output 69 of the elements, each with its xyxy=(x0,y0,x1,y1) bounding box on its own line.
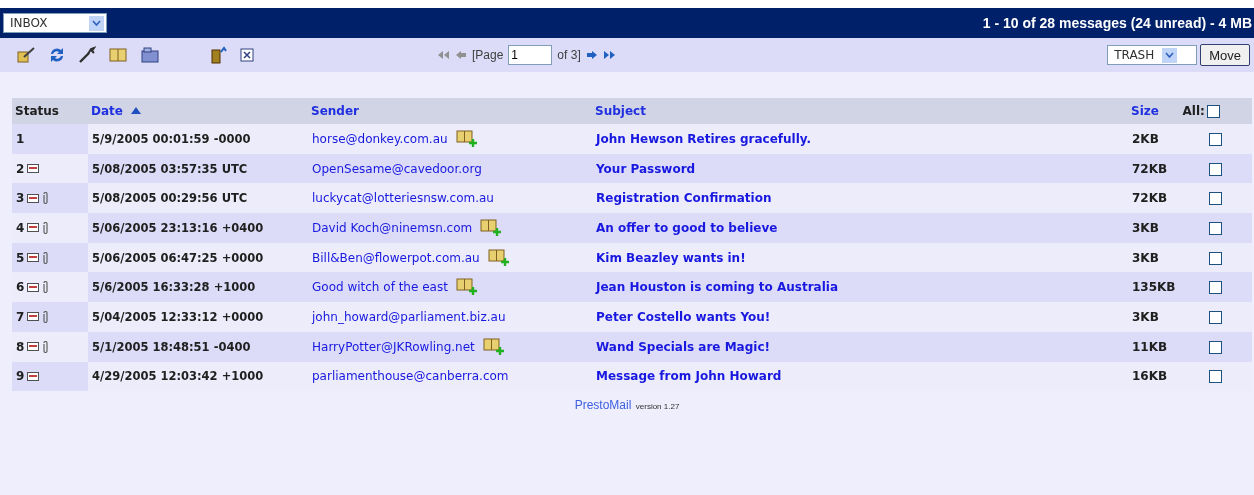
move-button[interactable]: Move xyxy=(1200,44,1250,66)
subject-link[interactable]: Your Password xyxy=(596,161,696,176)
next-page-icon[interactable] xyxy=(585,50,598,60)
subject-link[interactable]: An offer to good to believe xyxy=(596,220,778,235)
folder-select[interactable]: INBOX xyxy=(3,13,107,33)
add-contact-icon[interactable] xyxy=(455,129,478,148)
version-text: version 1.27 xyxy=(635,402,680,412)
subject-link[interactable]: John Hewson Retires gracefully. xyxy=(596,131,812,146)
row-checkbox[interactable] xyxy=(1209,192,1223,206)
sender-link[interactable]: luckycat@lotteriesnsw.com.au xyxy=(312,191,494,206)
page-label: [Page xyxy=(472,48,504,62)
subject-link[interactable]: Wand Specials are Magic! xyxy=(596,339,770,354)
sender-link[interactable]: john_howard@parliament.biz.au xyxy=(312,309,506,324)
folder-icon[interactable] xyxy=(140,46,160,64)
date-cell: 5/06/2005 23:13:16 +0400 xyxy=(88,213,308,243)
size-cell: 3KB xyxy=(1128,213,1180,243)
refresh-icon[interactable] xyxy=(48,46,66,64)
chevron-down-icon xyxy=(92,20,101,26)
target-folder-select[interactable]: TRASH xyxy=(1107,45,1198,65)
subject-link[interactable]: Peter Costello wants You! xyxy=(596,309,771,324)
add-contact-icon[interactable] xyxy=(487,248,510,267)
close-icon[interactable] xyxy=(240,48,254,62)
last-page-icon[interactable] xyxy=(602,50,617,60)
size-cell: 72KB xyxy=(1128,153,1180,184)
column-header[interactable]: Date xyxy=(88,98,308,124)
row-checkbox[interactable] xyxy=(1209,162,1223,176)
message-number: 8 xyxy=(16,339,25,354)
column-header: Status xyxy=(12,98,88,124)
chevron-down-icon xyxy=(1165,52,1175,58)
subject-link[interactable]: Registration Confirmation xyxy=(596,191,772,206)
sender-link[interactable]: horse@donkey.com.au xyxy=(312,131,448,146)
message-number: 7 xyxy=(16,309,25,324)
row-checkbox[interactable] xyxy=(1209,370,1223,384)
add-contact-icon[interactable] xyxy=(480,218,503,237)
row-checkbox[interactable] xyxy=(1209,251,1223,265)
row-checkbox[interactable] xyxy=(1209,281,1223,295)
row-checkbox[interactable] xyxy=(1209,132,1223,146)
message-number: 2 xyxy=(16,161,25,176)
column-header[interactable]: Subject xyxy=(592,98,1128,124)
column-header[interactable]: Size xyxy=(1128,98,1180,124)
add-contact-icon[interactable] xyxy=(482,337,505,356)
sender-link[interactable]: Bill&Ben@flowerpot.com.au xyxy=(312,250,480,265)
message-number: 5 xyxy=(16,250,25,265)
page-field[interactable]: 1 xyxy=(508,45,553,65)
compose-icon[interactable] xyxy=(16,46,36,64)
message-number: 1 xyxy=(16,131,25,146)
page-count: of 3] xyxy=(557,48,581,62)
date-cell: 5/6/2005 16:33:28 +1000 xyxy=(88,272,308,303)
select-all-label: All: xyxy=(1182,104,1205,118)
message-number: 6 xyxy=(16,280,25,295)
message-number: 4 xyxy=(16,220,25,235)
subject-link[interactable]: Kim Beazley wants in! xyxy=(596,250,746,265)
column-header[interactable]: Sender xyxy=(308,98,592,124)
date-cell: 5/1/2005 18:48:51 -0400 xyxy=(88,331,308,362)
size-cell: 135KB xyxy=(1128,272,1180,303)
row-checkbox[interactable] xyxy=(1209,340,1223,354)
message-summary: 1 - 10 of 28 messages (24 unread) - 4 MB xyxy=(982,15,1252,31)
add-contact-icon[interactable] xyxy=(455,278,478,297)
message-number: 3 xyxy=(16,191,25,206)
date-cell: 5/08/2005 03:57:35 UTC xyxy=(88,153,308,184)
select-all-checkbox[interactable] xyxy=(1206,104,1220,118)
message-number: 9 xyxy=(16,369,25,384)
product-link[interactable]: PrestoMail xyxy=(574,398,632,413)
size-cell: 11KB xyxy=(1128,331,1180,362)
subject-link[interactable]: Message from John Howard xyxy=(596,369,782,384)
row-checkbox[interactable] xyxy=(1209,310,1223,324)
sender-link[interactable]: parliamenthouse@canberra.com xyxy=(312,369,509,384)
address-book-icon[interactable] xyxy=(108,46,128,64)
row-checkbox[interactable] xyxy=(1209,221,1223,235)
